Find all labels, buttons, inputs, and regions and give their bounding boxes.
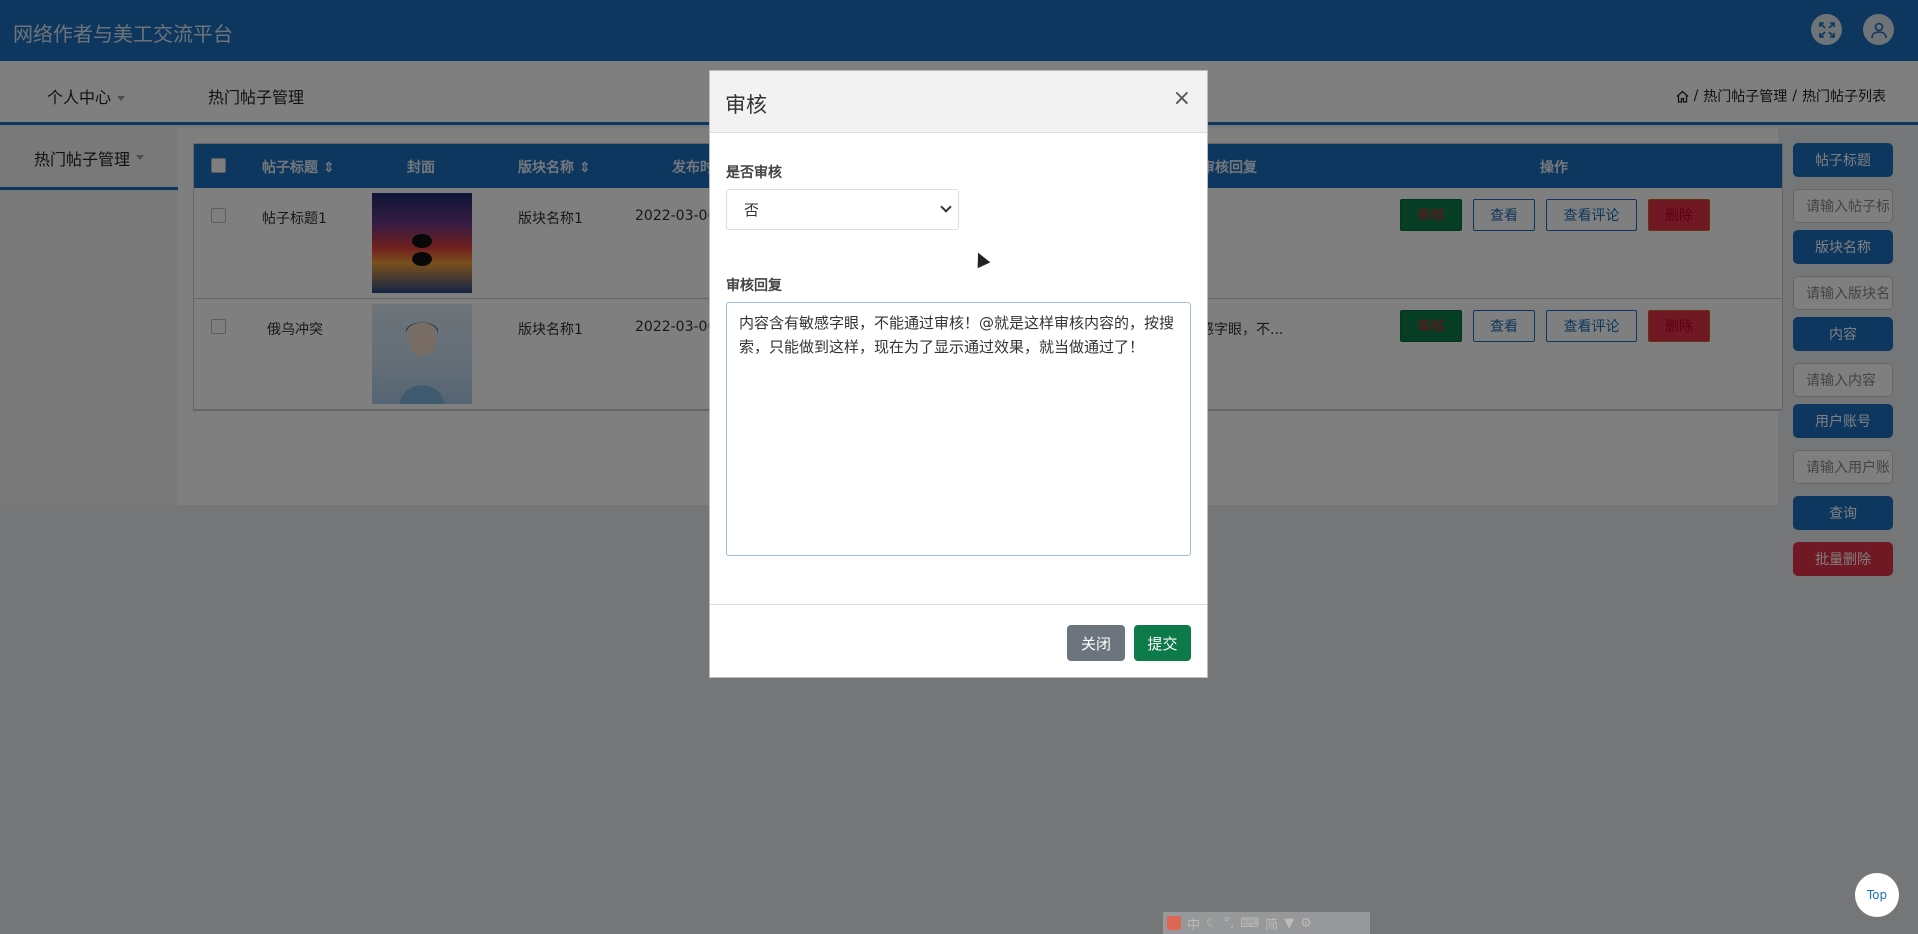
skin-icon[interactable]: ▼ (1284, 916, 1294, 931)
approve-select[interactable]: 否 (726, 189, 959, 230)
modal-footer: 关闭 提交 (710, 604, 1207, 679)
ime-toolbar: 中 ☾ °, ⌨ 简 ▼ ⚙ (1163, 912, 1370, 934)
ime-lang-toggle[interactable]: 中 (1187, 914, 1200, 933)
ime-logo-icon (1167, 916, 1181, 930)
submit-button[interactable]: 提交 (1134, 625, 1191, 661)
approve-select-value: 否 (744, 201, 760, 219)
ime-mode-simplified[interactable]: 简 (1265, 914, 1278, 933)
approve-label: 是否审核 (726, 165, 782, 181)
review-modal: 审核 × 是否审核 否 审核回复 内容含有敏感字眼，不能通过审核！@就是这样审核… (709, 70, 1208, 678)
reply-textarea[interactable]: 内容含有敏感字眼，不能通过审核！@就是这样审核内容的，按搜索，只能做到这样，现在… (726, 302, 1191, 556)
back-to-top-button[interactable]: Top (1855, 873, 1899, 917)
close-button[interactable]: 关闭 (1067, 625, 1125, 661)
chevron-down-icon (940, 201, 952, 213)
reply-label: 审核回复 (726, 278, 782, 294)
modal-title: 审核 (725, 93, 767, 117)
keyboard-icon[interactable]: ⌨ (1240, 916, 1259, 931)
punctuation-icon[interactable]: °, (1224, 916, 1235, 931)
gear-icon[interactable]: ⚙ (1300, 916, 1312, 931)
moon-icon[interactable]: ☾ (1206, 916, 1218, 931)
modal-header: 审核 × (710, 71, 1207, 133)
close-icon[interactable]: × (1173, 88, 1191, 110)
